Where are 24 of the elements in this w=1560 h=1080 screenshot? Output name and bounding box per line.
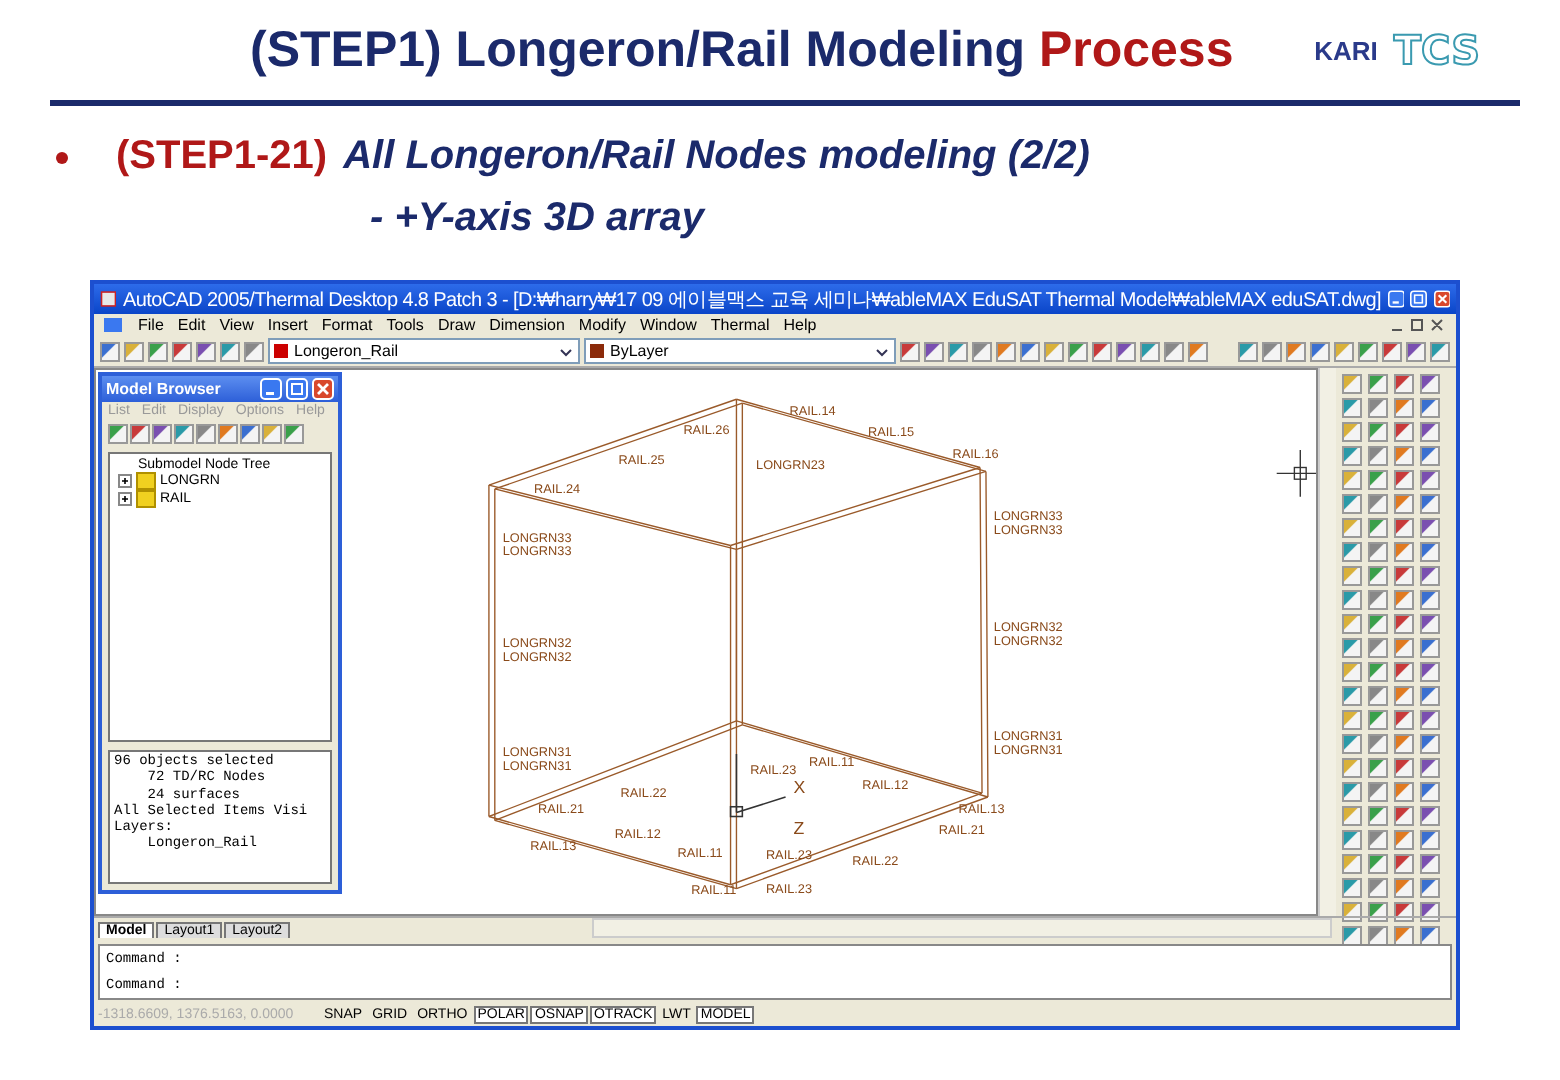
menu-item[interactable]: Modify	[578, 316, 626, 334]
menu-item[interactable]: Thermal	[710, 316, 770, 334]
menu-item[interactable]: View	[219, 316, 254, 334]
menu-item[interactable]: Insert	[267, 316, 308, 334]
menu-item[interactable]: Draw	[437, 316, 476, 334]
layer-dropdown[interactable]: Longeron_Rail	[268, 338, 580, 364]
menu-item[interactable]: Help	[783, 316, 817, 334]
menu-item[interactable]: Format	[321, 316, 373, 334]
step-label: (STEP1-21)	[116, 134, 328, 180]
menu-item[interactable]: Dimension	[489, 316, 565, 334]
bullet-text: All Longeron/Rail Nodes modeling (2/2)	[343, 134, 1090, 180]
color-dropdown[interactable]: ByLayer	[584, 338, 896, 364]
menu-item[interactable]: Tools	[386, 316, 424, 334]
bullet-subtext: - +Y-axis 3D array	[370, 196, 708, 242]
menu-item[interactable]: Edit	[177, 316, 206, 334]
menu-item[interactable]: File	[138, 316, 164, 334]
browser-title: Model Browser	[106, 380, 223, 398]
window-title: AutoCAD 2005/Thermal Desktop 4.8 Patch 3 - [D:₩harry₩17 09 에이블맥스 교육 세미나₩ableMAX EduSAT Thermal Model₩ableMAX eduSAT.dwg]	[122, 287, 1382, 313]
axis-label: X	[793, 777, 806, 798]
logo: KARI	[1314, 35, 1378, 65]
menu-item[interactable]: Window	[639, 316, 697, 334]
axis-label: Z	[793, 818, 805, 839]
logo: TCS	[1393, 26, 1480, 74]
slide-title: (STEP1) Longeron/Rail Modeling Process	[250, 21, 1236, 79]
